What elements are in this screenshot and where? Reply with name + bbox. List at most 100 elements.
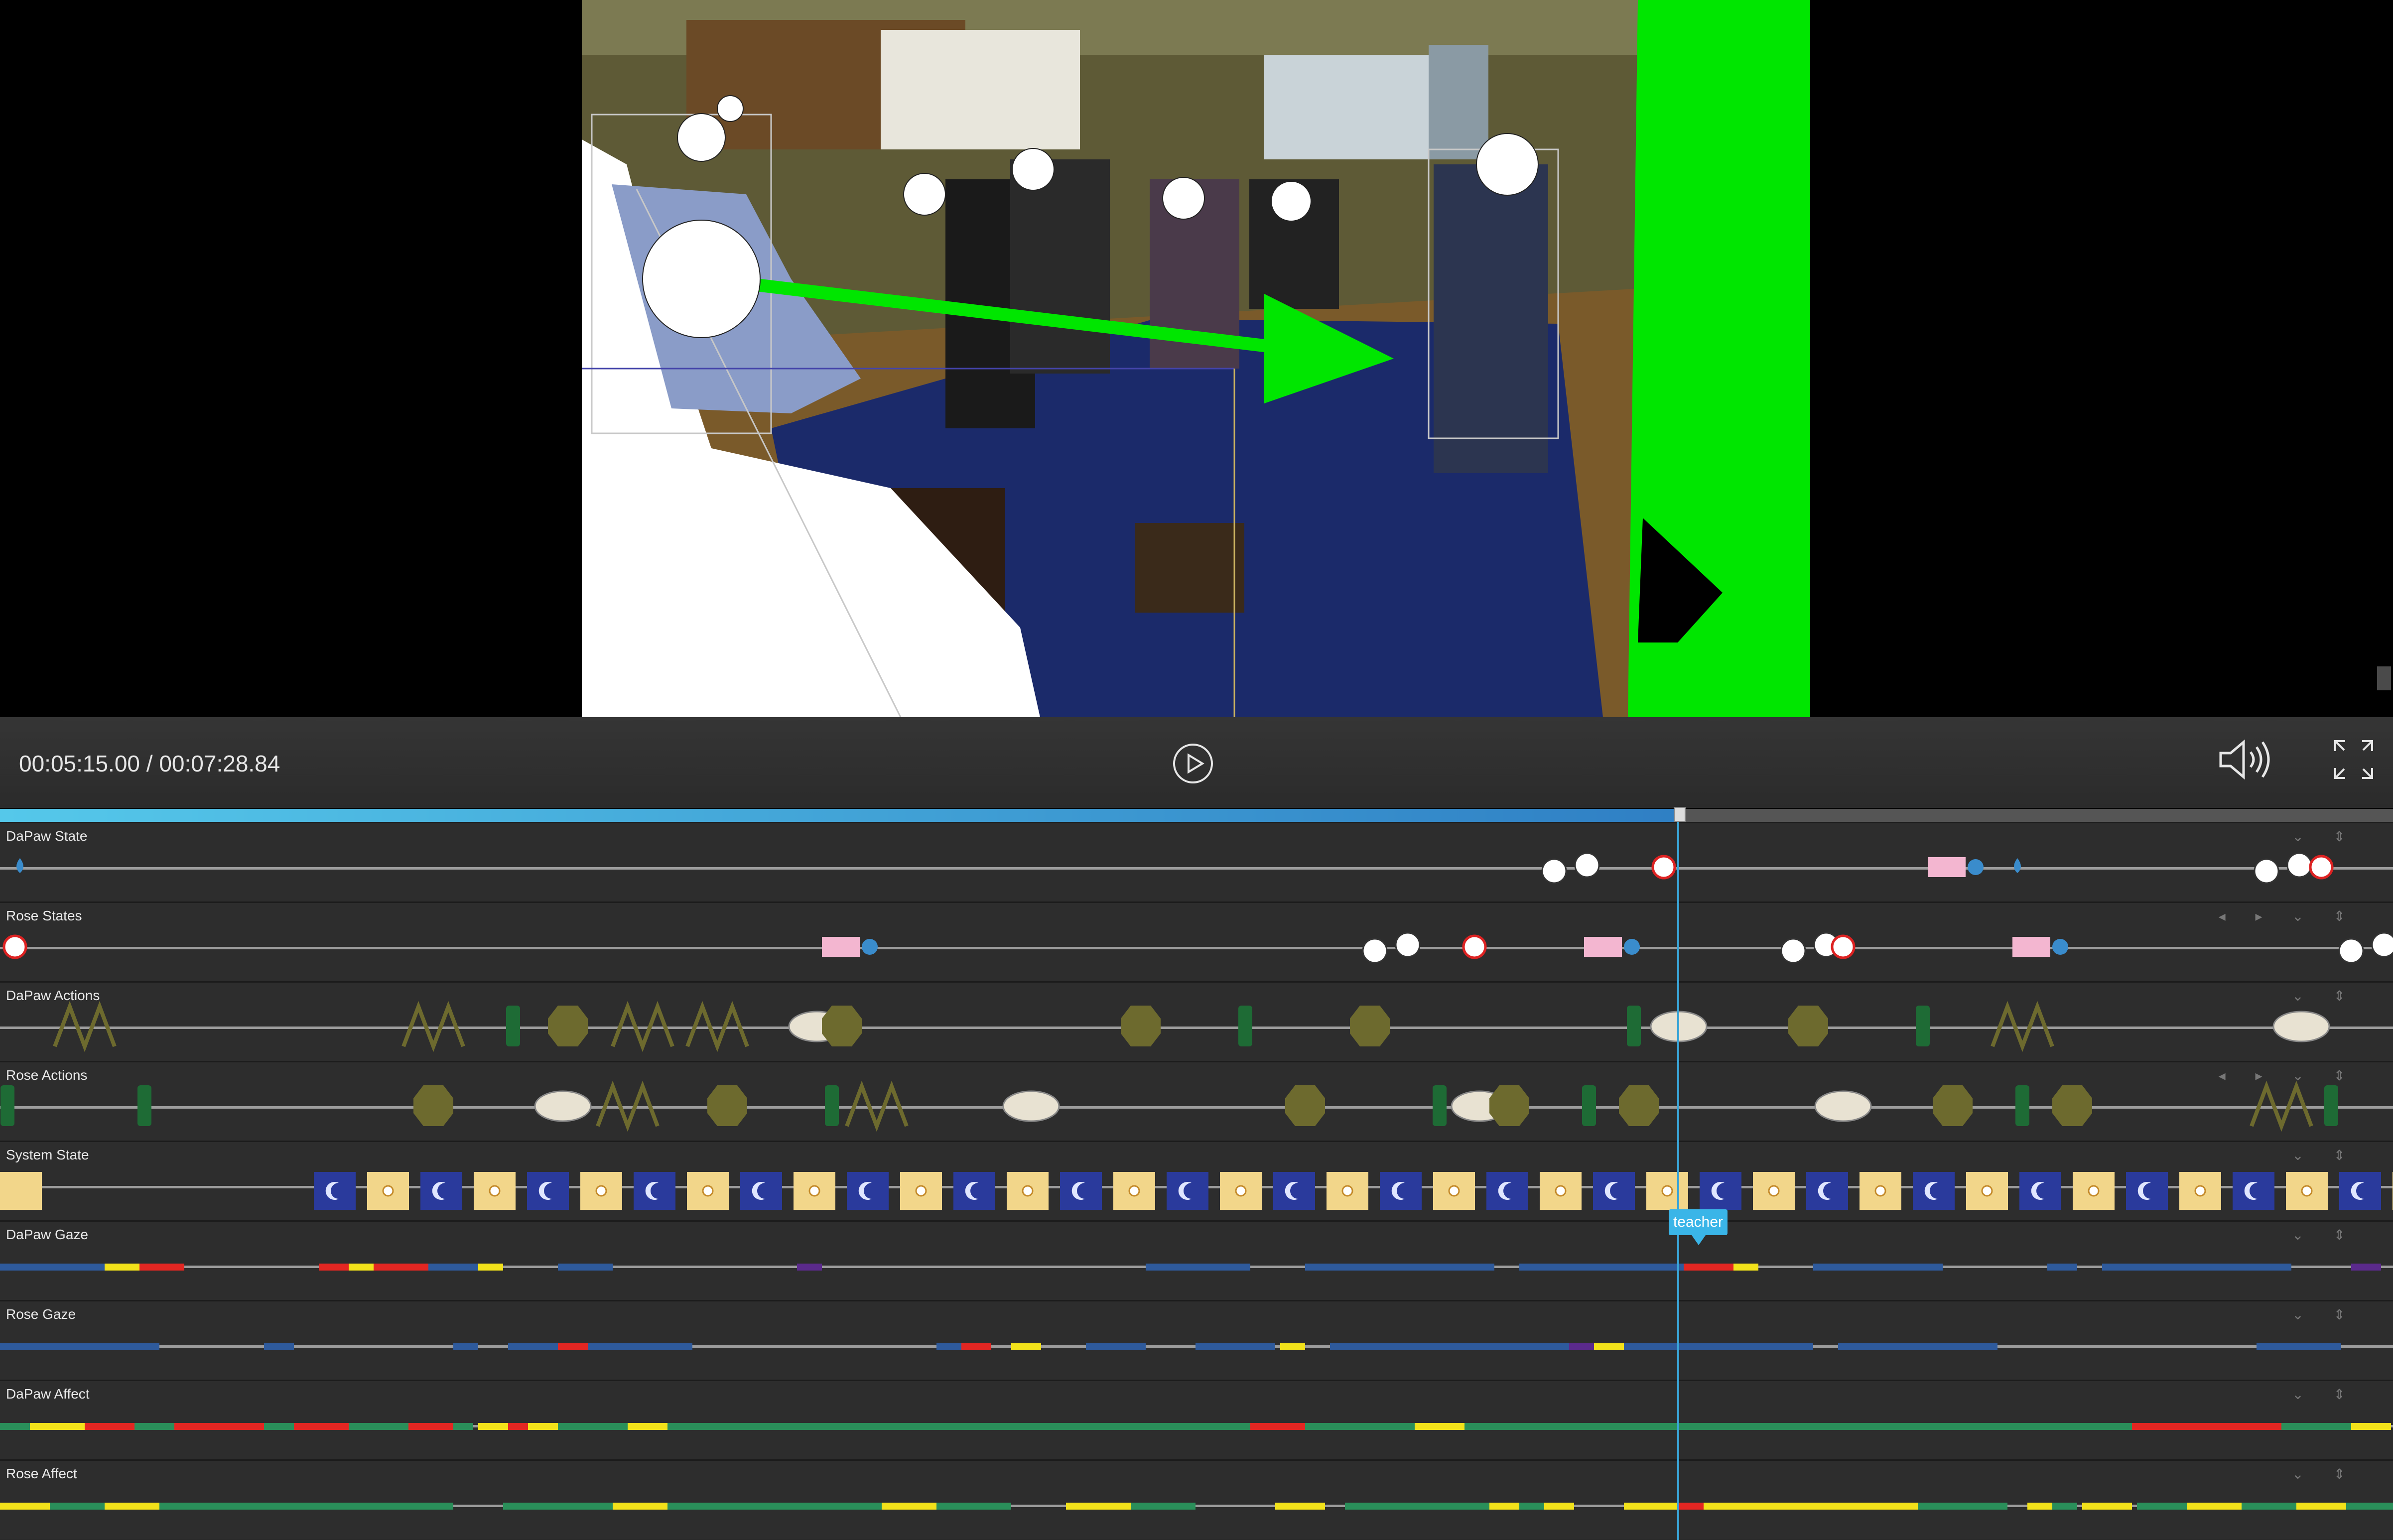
octagon-icon[interactable] xyxy=(1788,1006,1828,1046)
octagon-icon[interactable] xyxy=(707,1085,747,1126)
sun-icon[interactable] xyxy=(1448,1185,1460,1197)
segment-yellow[interactable] xyxy=(528,1423,558,1430)
play-button[interactable] xyxy=(1172,742,1214,785)
segment-green[interactable] xyxy=(1519,1503,1544,1510)
moon-tile[interactable] xyxy=(527,1172,569,1210)
action-bar-icon[interactable] xyxy=(2324,1085,2338,1126)
video-viewport[interactable] xyxy=(0,0,2393,717)
segment-red[interactable] xyxy=(558,1343,588,1350)
segment-green[interactable] xyxy=(936,1503,1011,1510)
segment-gaze_blue[interactable] xyxy=(264,1343,294,1350)
eyes-icon[interactable] xyxy=(1574,852,1600,878)
track-dapaw-gaze[interactable]: DaPaw Gaze ⌄ ⇕ xyxy=(0,1220,2393,1300)
segment-yellow[interactable] xyxy=(613,1503,667,1510)
animal-icon[interactable] xyxy=(2272,1011,2330,1042)
octagon-icon[interactable] xyxy=(822,1006,862,1046)
segment-gaze_blue[interactable] xyxy=(1305,1264,1494,1271)
segment-red[interactable] xyxy=(319,1264,349,1271)
segment-gaze_blue[interactable] xyxy=(558,1264,613,1271)
seek-bar-thumb[interactable] xyxy=(1674,807,1686,822)
action-bar-icon[interactable] xyxy=(825,1085,839,1126)
eyes-icon[interactable] xyxy=(1362,938,1388,964)
figure-icon[interactable] xyxy=(53,1001,117,1052)
segment-yellow[interactable] xyxy=(882,1503,936,1510)
action-bar-icon[interactable] xyxy=(2015,1085,2029,1126)
segment-gaze_blue[interactable] xyxy=(1813,1264,1943,1271)
segment-green[interactable] xyxy=(453,1423,473,1430)
eyes-icon[interactable] xyxy=(1395,932,1421,958)
sun-icon[interactable] xyxy=(382,1185,394,1197)
segment-gaze_blue[interactable] xyxy=(0,1343,159,1350)
segment-gaze_blue[interactable] xyxy=(2047,1264,2077,1271)
segment-yellow[interactable] xyxy=(1415,1423,1464,1430)
moon-tile[interactable] xyxy=(1273,1172,1315,1210)
segment-green[interactable] xyxy=(264,1423,294,1430)
segment-yellow[interactable] xyxy=(1544,1503,1574,1510)
segment-yellow[interactable] xyxy=(1704,1503,1918,1510)
action-bar-icon[interactable] xyxy=(1238,1006,1252,1046)
segment-red[interactable] xyxy=(508,1423,528,1430)
segment-yellow[interactable] xyxy=(2351,1423,2391,1430)
segment-green[interactable] xyxy=(1305,1423,1415,1430)
segment-purple[interactable] xyxy=(797,1264,822,1271)
segment-yellow[interactable] xyxy=(105,1503,159,1510)
track-rose-gaze[interactable]: Rose Gaze ⌄ ⇕ xyxy=(0,1300,2393,1380)
segment-green[interactable] xyxy=(2281,1423,2351,1430)
segment-red[interactable] xyxy=(1250,1423,1305,1430)
animal-icon[interactable] xyxy=(1002,1090,1060,1122)
drop-icon[interactable] xyxy=(862,939,878,955)
track-dapaw-actions[interactable]: DaPaw Actions ⌄ ⇕ xyxy=(0,981,2393,1061)
sun-icon[interactable] xyxy=(1341,1185,1353,1197)
animal-icon[interactable] xyxy=(534,1090,592,1122)
segment-red[interactable] xyxy=(1679,1503,1704,1510)
segment-yellow[interactable] xyxy=(1011,1343,1041,1350)
moon-tile[interactable] xyxy=(420,1172,462,1210)
action-bar-icon[interactable] xyxy=(1627,1006,1641,1046)
octagon-icon[interactable] xyxy=(1350,1006,1390,1046)
sun-icon[interactable] xyxy=(1555,1185,1567,1197)
segment-green[interactable] xyxy=(50,1503,105,1510)
octagon-icon[interactable] xyxy=(1619,1085,1659,1126)
segment-yellow[interactable] xyxy=(478,1264,503,1271)
eyes-icon[interactable] xyxy=(2371,932,2393,958)
segment-red[interactable] xyxy=(374,1264,428,1271)
moon-tile[interactable] xyxy=(1167,1172,1208,1210)
figure-icon[interactable] xyxy=(2250,1080,2313,1132)
segment-gaze_blue[interactable] xyxy=(428,1264,478,1271)
sun-icon[interactable] xyxy=(1235,1185,1247,1197)
track-rose-states[interactable]: Rose States ◂ ▸ ⌄ ⇕ xyxy=(0,901,2393,981)
segment-gaze_blue[interactable] xyxy=(588,1343,692,1350)
octagon-icon[interactable] xyxy=(1121,1006,1161,1046)
figure-icon[interactable] xyxy=(611,1001,674,1052)
sun-icon[interactable] xyxy=(2194,1185,2206,1197)
segment-gaze_blue[interactable] xyxy=(1838,1343,1997,1350)
segment-gaze_blue[interactable] xyxy=(0,1264,105,1271)
pill-icon[interactable] xyxy=(1831,934,1856,959)
action-bar-icon[interactable] xyxy=(0,1085,14,1126)
segment-red[interactable] xyxy=(85,1423,134,1430)
segment-green[interactable] xyxy=(503,1503,613,1510)
segment-red[interactable] xyxy=(174,1423,264,1430)
pill-icon[interactable] xyxy=(1651,855,1676,880)
panel-handle[interactable] xyxy=(2377,666,2391,690)
segment-gaze_blue[interactable] xyxy=(1086,1343,1146,1350)
eyes-icon[interactable] xyxy=(2286,852,2312,878)
segment-gaze_blue[interactable] xyxy=(508,1343,558,1350)
segment-yellow[interactable] xyxy=(1066,1503,1131,1510)
sun-icon[interactable] xyxy=(2088,1185,2100,1197)
segment-gaze_blue[interactable] xyxy=(453,1343,478,1350)
segment-gaze_blue[interactable] xyxy=(936,1343,961,1350)
eyes-icon[interactable] xyxy=(2254,858,2279,884)
drop-icon[interactable] xyxy=(16,858,23,873)
segment-green[interactable] xyxy=(159,1503,453,1510)
action-bar-icon[interactable] xyxy=(137,1085,151,1126)
sun-icon[interactable] xyxy=(1981,1185,1993,1197)
moon-tile[interactable] xyxy=(1700,1172,1741,1210)
segment-green[interactable] xyxy=(2052,1503,2077,1510)
playhead[interactable] xyxy=(1677,822,1679,1540)
fullscreen-button[interactable] xyxy=(2331,737,2376,782)
track-rose-affect[interactable]: Rose Affect ⌄ ⇕ xyxy=(0,1459,2393,1539)
sun-icon[interactable] xyxy=(1661,1185,1673,1197)
moon-tile[interactable] xyxy=(2019,1172,2061,1210)
action-bar-icon[interactable] xyxy=(1916,1006,1930,1046)
